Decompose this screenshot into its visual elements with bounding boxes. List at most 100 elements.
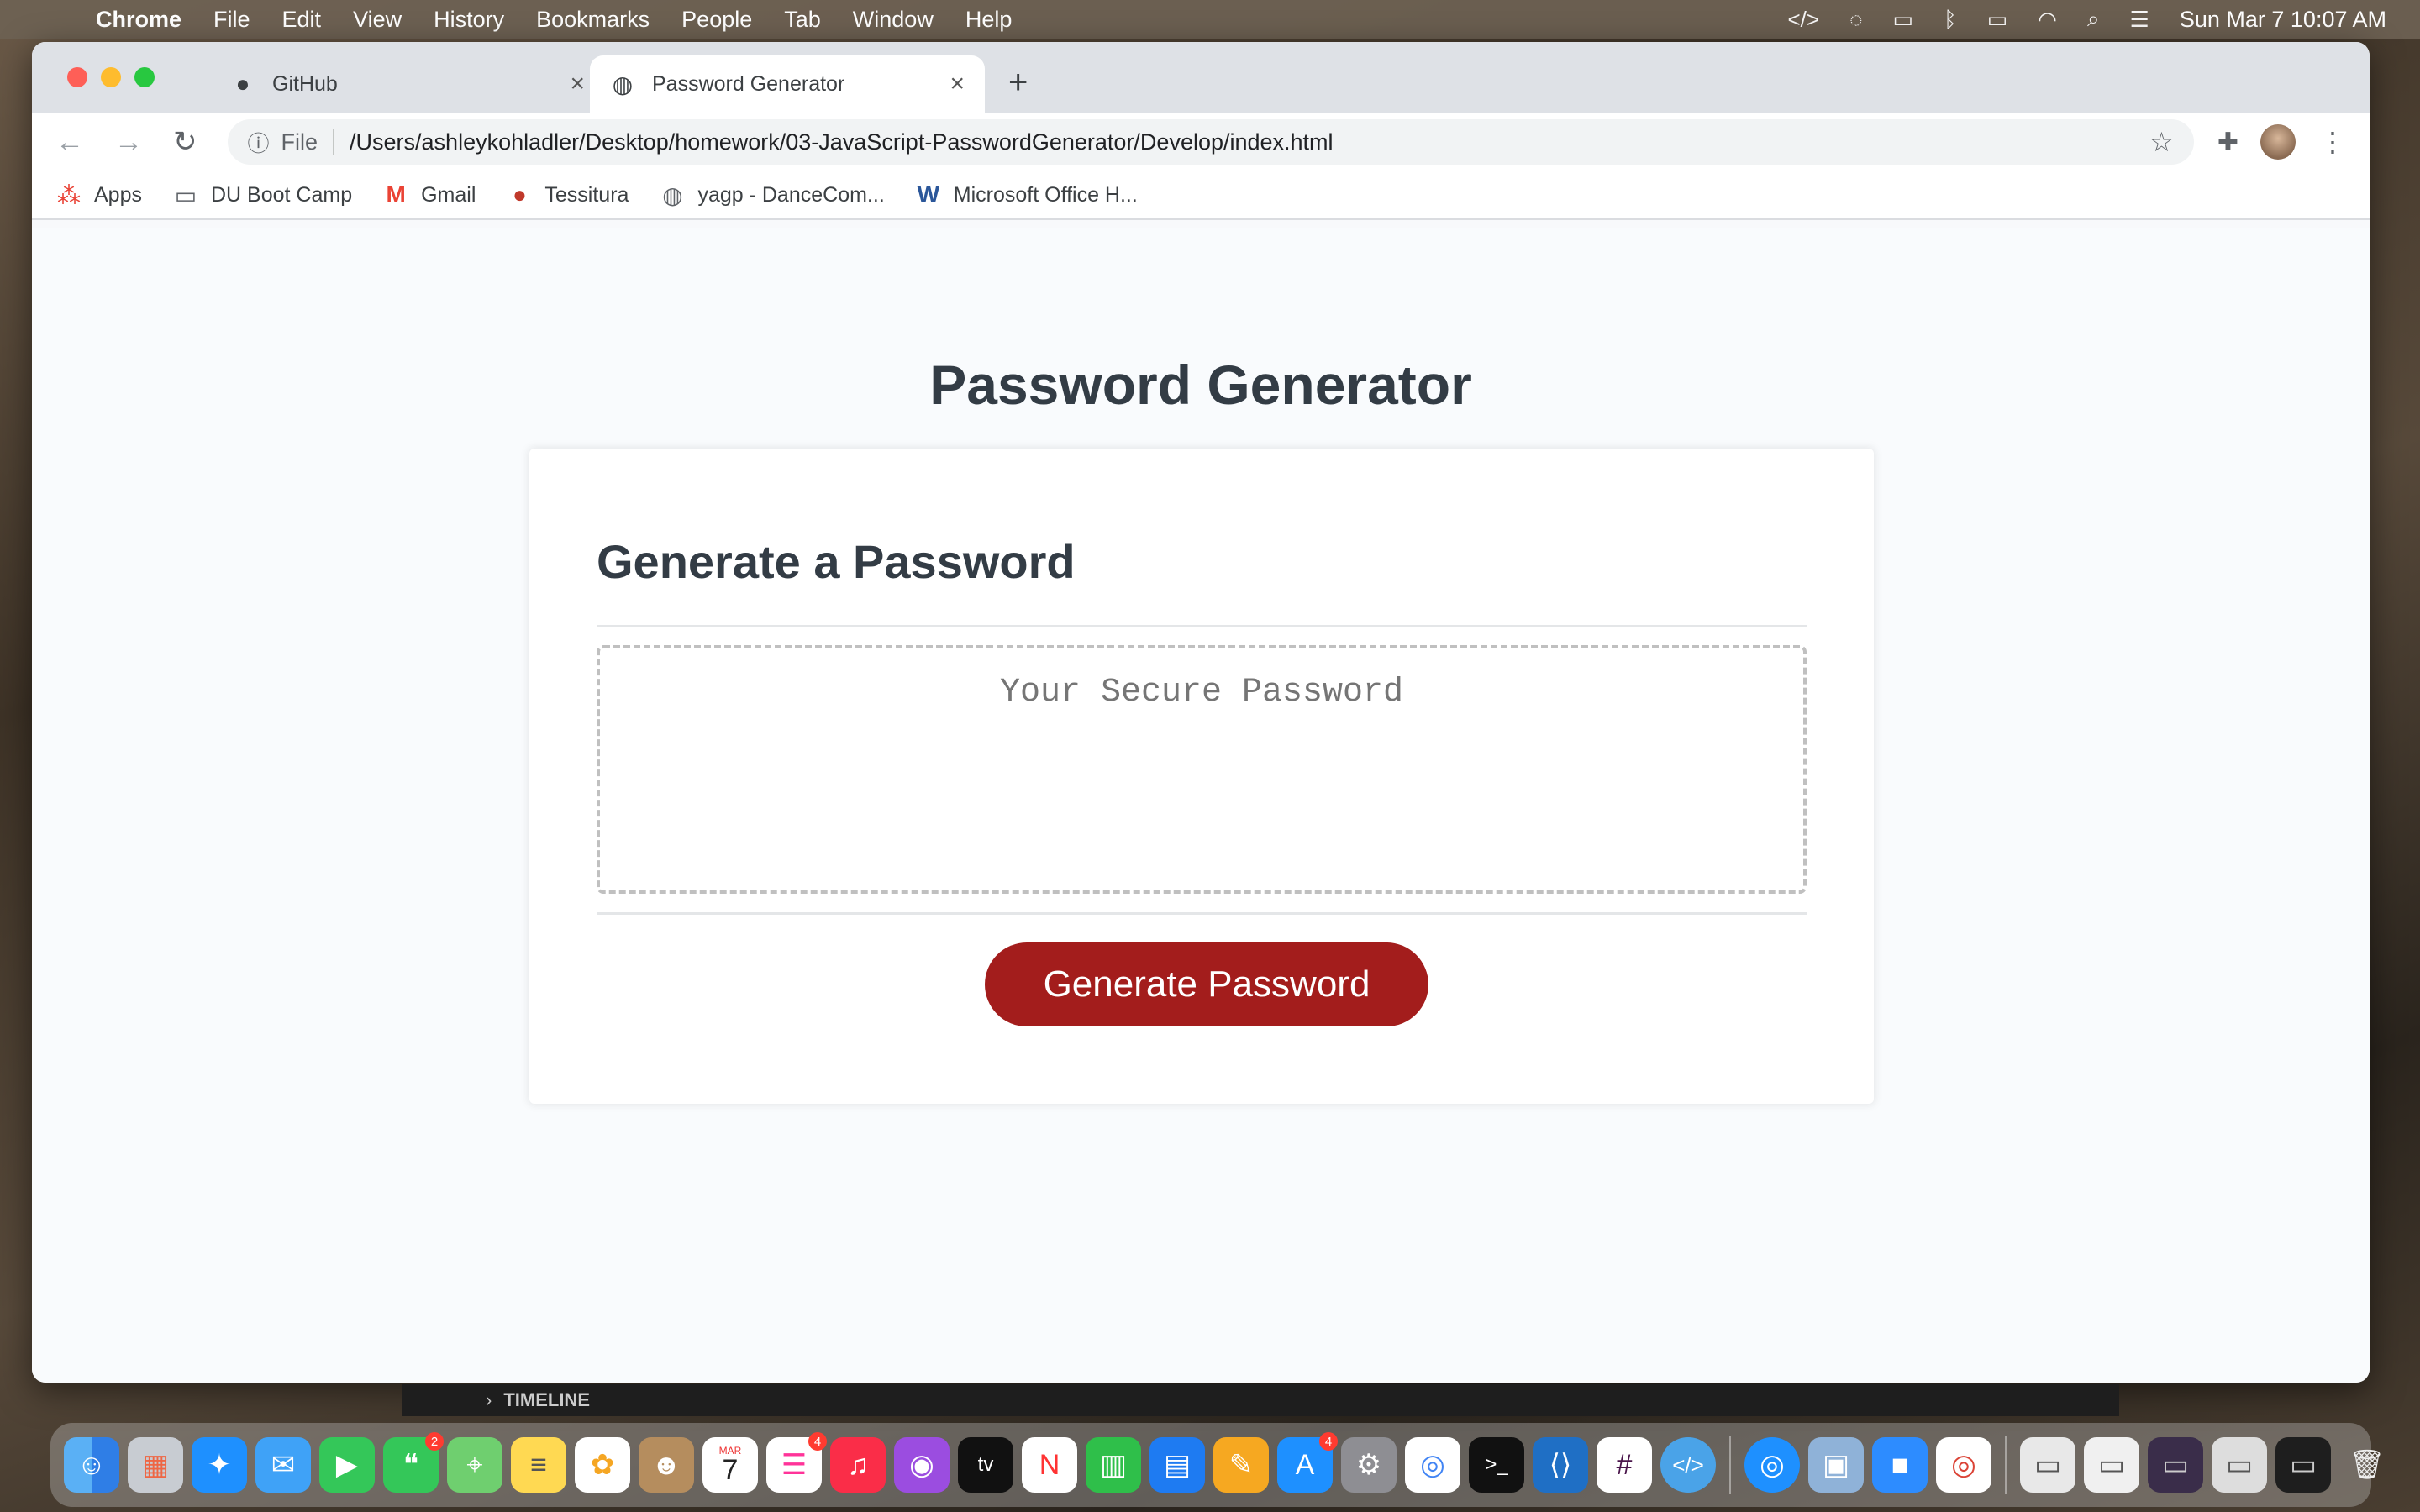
menubar-clock[interactable]: Sun Mar 7 10:07 AM [2180,7,2386,33]
tab-title: Password Generator [652,71,845,96]
password-output[interactable] [597,645,1807,894]
bookmark-label: DU Boot Camp [210,182,353,207]
dev-icon[interactable]: </> [1787,7,1819,33]
macos-menubar: Chrome File Edit View History Bookmarks … [0,0,2420,39]
finder-icon[interactable]: ☺ [64,1437,119,1493]
bookmark-apps[interactable]: ⁂ Apps [55,181,142,209]
menu-bookmarks[interactable]: Bookmarks [536,7,650,33]
page-content: Password Generator Generate a Password G… [32,228,2370,1383]
menu-history[interactable]: History [434,7,504,33]
music-icon[interactable]: ♫ [830,1437,886,1493]
close-tab-icon[interactable]: × [950,70,965,98]
minimized-window-icon[interactable]: ▭ [2148,1437,2203,1493]
system-preferences-icon[interactable]: ⚙ [1341,1437,1397,1493]
keynote-icon[interactable]: ▤ [1150,1437,1205,1493]
card-title: Generate a Password [597,535,1076,588]
url-text[interactable]: /Users/ashleykohladler/Desktop/homework/… [350,129,1334,155]
globe-icon: ◍ [612,71,634,97]
tab-github[interactable]: ● GitHub × [210,55,605,113]
bookmark-yagp[interactable]: ◍ yagp - DanceCom... [659,181,885,209]
app-store-icon[interactable]: A4 [1277,1432,1338,1493]
contacts-icon[interactable]: ☻ [639,1437,694,1493]
photos-icon[interactable]: ✿ [575,1437,630,1493]
launchpad-icon[interactable]: ▦ [128,1437,183,1493]
search-icon[interactable]: ⌕ [2087,6,2100,33]
tab-title: GitHub [272,71,338,96]
url-scheme: File [281,129,335,155]
menu-edit[interactable]: Edit [282,7,322,33]
facetime-icon[interactable]: ▶ [319,1437,375,1493]
menu-view[interactable]: View [353,7,402,33]
wifi-icon[interactable]: ◠ [2038,7,2057,33]
notes-icon[interactable]: ≡ [511,1437,566,1493]
minimized-window-icon[interactable]: ▭ [2020,1437,2075,1493]
downloads-icon[interactable]: ◎ [1744,1437,1800,1493]
globe-icon: ◍ [662,181,683,208]
menu-file[interactable]: File [213,7,250,33]
profile-avatar[interactable] [2260,124,2296,160]
slack-icon[interactable]: # [1597,1437,1652,1493]
chrome-app-icon[interactable]: ◎ [1936,1437,1991,1493]
apple-tv-icon[interactable]: tv [958,1437,1013,1493]
menu-window[interactable]: Window [853,7,934,33]
mail-icon[interactable]: ✉ [255,1437,311,1493]
bookmark-label: Gmail [421,182,476,207]
pages-icon[interactable]: ✎ [1213,1437,1269,1493]
tab-password-generator[interactable]: ◍ Password Generator × [590,55,985,113]
menu-tab[interactable]: Tab [784,7,821,33]
github-icon: ● [235,71,250,97]
preview-icon[interactable]: ▣ [1808,1437,1864,1493]
close-tab-icon[interactable]: × [570,70,585,98]
extensions-puzzle-icon[interactable]: ✚ [2217,128,2238,157]
site-info-icon[interactable]: ⓘ [248,127,270,158]
reload-icon[interactable]: ↻ [173,125,197,159]
display-icon[interactable]: ▭ [1893,7,1914,33]
sync-icon[interactable]: ◌ [1849,7,1862,33]
messages-icon[interactable]: ❝ 2 [383,1432,444,1493]
minimized-window-icon[interactable]: ▭ [2212,1437,2267,1493]
trash-icon[interactable]: 🗑 [2339,1437,2395,1493]
battery-icon[interactable]: ▭ [1987,7,2008,33]
address-bar[interactable]: ⓘ File /Users/ashleykohladler/Desktop/ho… [227,119,2194,165]
control-center-icon[interactable]: ☰ [2130,7,2149,33]
bookmark-star-icon[interactable]: ☆ [2149,126,2174,158]
menu-people[interactable]: People [681,7,752,33]
bookmark-label: Microsoft Office H... [953,182,1138,207]
zoom-icon[interactable]: ■ [1872,1437,1928,1493]
bookmark-label: yagp - DanceCom... [697,182,885,207]
page-title: Password Generator [929,354,1472,416]
news-icon[interactable]: N [1022,1437,1077,1493]
numbers-icon[interactable]: ▥ [1086,1437,1141,1493]
macos-dock: ☺ ▦ ✦ ✉ ▶ ❝ 2 ⌖ ≡ ✿ ☻ MAR 7 ☰ 4 ♫ ◉ tv N ▥… [50,1423,2386,1507]
back-arrow-icon[interactable]: ← [55,126,84,159]
minimized-window-icon[interactable]: ▭ [2084,1437,2139,1493]
minimized-window-icon[interactable]: ▭ [2275,1437,2331,1493]
word-icon: W [917,181,939,207]
bookmark-gmail[interactable]: M Gmail [382,181,476,208]
reminders-badge: 4 [808,1432,827,1451]
reminders-icon[interactable]: ☰ 4 [766,1432,827,1493]
podcasts-icon[interactable]: ◉ [894,1437,950,1493]
maps-icon[interactable]: ⌖ [447,1437,502,1493]
calendar-icon[interactable]: MAR 7 [702,1437,758,1493]
bookmark-tessitura[interactable]: ● Tessitura [506,181,629,208]
menu-help[interactable]: Help [965,7,1013,33]
bookmark-label: Tessitura [544,182,629,207]
vscode-icon[interactable]: ⟨⟩ [1533,1437,1588,1493]
close-window-button[interactable] [67,67,87,87]
minimize-window-button[interactable] [101,67,121,87]
forward-arrow-icon[interactable]: → [114,126,143,159]
menu-app-name[interactable]: Chrome [96,7,182,33]
terminal-icon[interactable]: >_ [1469,1437,1524,1493]
chrome-icon[interactable]: ◎ [1405,1437,1460,1493]
bookmark-du-boot-camp[interactable]: ▭ DU Boot Camp [172,181,352,209]
new-tab-icon[interactable]: + [1008,64,1028,102]
safari-icon[interactable]: ✦ [192,1437,247,1493]
zoom-window-button[interactable] [134,67,155,87]
background-vscode-timeline: › TIMELINE [402,1384,2119,1416]
more-menu-icon[interactable]: ⋮ [2319,126,2346,158]
generate-password-button[interactable]: Generate Password [985,942,1428,1026]
bookmark-microsoft-office[interactable]: W Microsoft Office H... [915,181,1138,208]
bluetooth-icon[interactable]: ᛒ [1944,7,1957,33]
dev-tools-icon[interactable]: </> [1660,1437,1716,1493]
